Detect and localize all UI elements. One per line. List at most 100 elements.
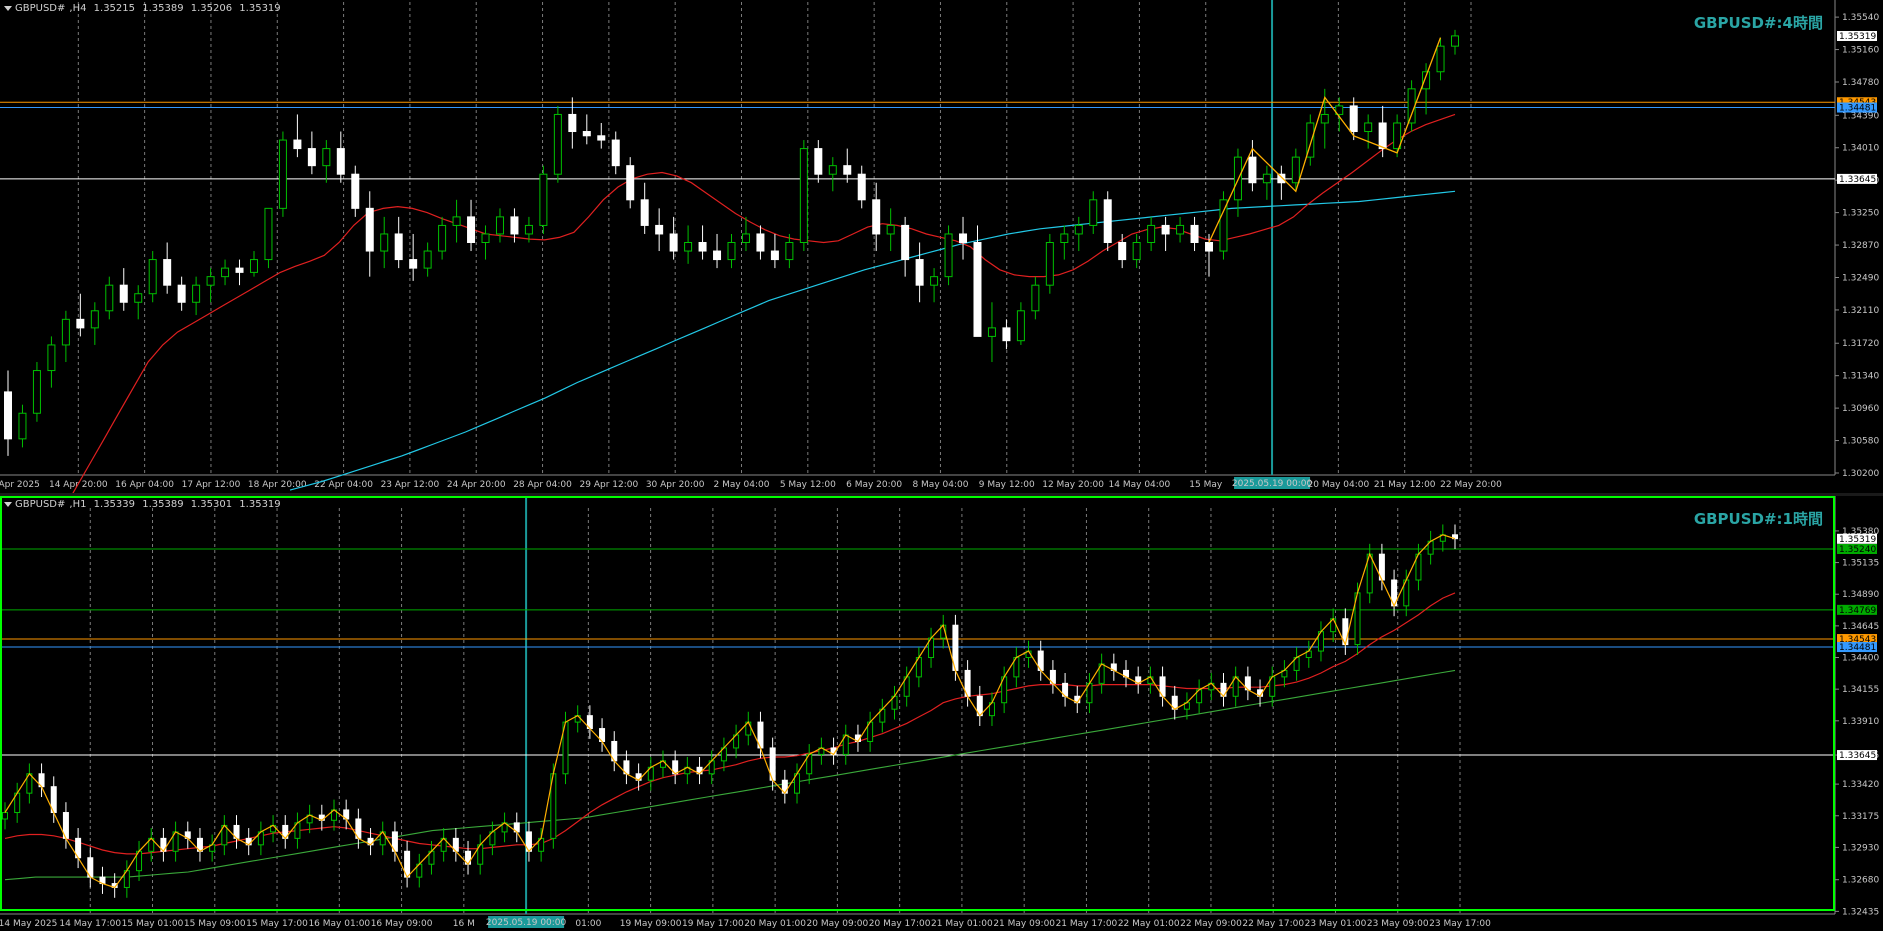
- h1-low: 1.35301: [190, 499, 233, 510]
- h1-x-tick-label: 16 M: [453, 919, 475, 929]
- h4-candle-body: [47, 344, 56, 372]
- h4-y-tick-label: 1.30580: [1842, 437, 1879, 447]
- h1-x-tick-label: 20 May 09:00: [807, 919, 869, 929]
- h1-high: 1.35389: [142, 499, 184, 510]
- h4-candle-body: [293, 139, 302, 150]
- h1-open: 1.35339: [93, 499, 136, 510]
- h4-x-tick-label: 28 Apr 04:00: [513, 480, 572, 490]
- h1-y-tick-label: 1.33910: [1842, 717, 1879, 727]
- h4-candle-body: [886, 224, 895, 235]
- h4-level-tag: 1.34481: [1839, 104, 1876, 114]
- h4-candle-body: [1132, 242, 1141, 261]
- h4-candle-body: [235, 267, 244, 273]
- h1-cursor-label: 2025.05.19 00:00: [486, 918, 567, 928]
- h4-candle-body: [467, 216, 476, 243]
- h4-candle-body: [322, 148, 331, 167]
- h1-current-price-tag: 1.35319: [1839, 535, 1876, 545]
- h4-y-tick-label: 1.30960: [1842, 404, 1879, 414]
- h4-y-tick-label: 1.35160: [1842, 46, 1879, 56]
- h4-symbol-info: GBPUSD# ,H4 1.35215 1.35389 1.35206 1.353…: [4, 3, 285, 14]
- h4-candle-body: [987, 327, 996, 337]
- h4-candle-body: [785, 242, 794, 261]
- h1-y-tick-label: 1.34400: [1842, 654, 1879, 664]
- h1-chart-canvas[interactable]: 14 May 2025 14 May 17:00 15 May 01:00 15 Ma…: [0, 496, 1883, 931]
- h4-x-tick-label: 12 May 20:00: [1042, 480, 1104, 490]
- h4-candle-body: [1074, 224, 1083, 235]
- h1-x-tick-label: 21 May 09:00: [993, 919, 1055, 929]
- h4-candle-body: [669, 233, 678, 252]
- collapse-triangle-icon[interactable]: [4, 501, 12, 507]
- h1-symbol: GBPUSD#: [15, 499, 66, 510]
- h4-open: 1.35215: [93, 3, 136, 14]
- h4-candle-body: [192, 284, 201, 303]
- h4-candle-body: [1016, 310, 1025, 342]
- h4-candle-body: [828, 165, 837, 175]
- h1-chart-pane[interactable]: 14 May 2025 14 May 17:00 15 May 01:00 15 Ma…: [0, 496, 1883, 931]
- h1-x-tick-label: 15 May 09:00: [184, 919, 246, 929]
- h4-candle-body: [380, 233, 389, 252]
- h4-candle-body: [597, 135, 606, 141]
- h4-candle-body: [1118, 242, 1127, 261]
- h4-candle-body: [727, 242, 736, 261]
- h1-level-tag: 1.35240: [1839, 545, 1876, 555]
- h4-ma-cyan-line: [289, 190, 1456, 491]
- h4-y-tick-label: 1.34780: [1842, 78, 1879, 88]
- h4-x-tick-label: 15 May: [1189, 480, 1223, 490]
- h1-x-tick-label: 16 May 09:00: [371, 919, 433, 929]
- h4-x-tick-label: 23 Apr 12:00: [381, 480, 440, 490]
- h1-x-tick-label: 15 May 01:00: [122, 919, 184, 929]
- h4-timeframe: H4: [72, 3, 87, 14]
- h4-candle-body: [1161, 224, 1170, 235]
- h1-x-tick-label: 23 May 17:00: [1429, 919, 1491, 929]
- h4-candle-body: [1349, 105, 1358, 133]
- h4-candle-body: [684, 242, 693, 252]
- h4-candle-body: [1262, 173, 1271, 184]
- h4-candle-body: [365, 207, 374, 252]
- h4-x-tick-label: 5 May 12:00: [780, 480, 836, 490]
- h4-candle-body: [799, 148, 808, 243]
- h4-y-tick-label: 1.32870: [1842, 241, 1879, 251]
- h4-candle-body: [4, 391, 12, 440]
- h4-candle-body: [510, 216, 519, 235]
- h4-y-tick-label: 1.32110: [1842, 306, 1879, 316]
- h4-y-tick-label: 1.34010: [1842, 144, 1879, 154]
- h4-candle-body: [394, 233, 403, 261]
- h1-x-tick-label: 19 May 09:00: [620, 919, 682, 929]
- h4-candle-body: [1060, 233, 1069, 244]
- h4-candle-body: [640, 199, 649, 226]
- h4-candle-body: [1045, 242, 1054, 286]
- h4-chart-pane[interactable]: 11 Apr 2025 14 Apr 20:00 16 Apr 04:00 17 Ap…: [0, 0, 1883, 496]
- h4-y-tick-label: 1.31340: [1842, 372, 1879, 382]
- h4-candle-body: [959, 233, 968, 244]
- h4-candle-body: [1364, 122, 1373, 133]
- h4-candle-body: [524, 224, 533, 235]
- h4-candle-body: [76, 318, 85, 329]
- h4-candle-body: [336, 148, 345, 175]
- h4-candle-body: [930, 276, 939, 286]
- h4-candle-body: [770, 250, 779, 261]
- h1-x-tick-label: 19 May 17:00: [682, 919, 744, 929]
- h1-y-tick-label: 1.35135: [1842, 559, 1879, 569]
- h4-chart-canvas[interactable]: 11 Apr 2025 14 Apr 20:00 16 Apr 04:00 17 Ap…: [0, 0, 1883, 493]
- h4-candle-body: [1031, 284, 1040, 312]
- h1-timeframe: H1: [72, 499, 87, 510]
- h4-y-tick-label: 1.31720: [1842, 339, 1879, 349]
- h4-candle-body: [1089, 199, 1098, 226]
- h4-ma-red-line: [72, 113, 1456, 493]
- h4-x-tick-label: 24 Apr 20:00: [447, 480, 506, 490]
- h4-candle-body: [1190, 224, 1199, 243]
- h1-level-tag: 1.33645: [1839, 751, 1876, 761]
- h1-symbol-info: GBPUSD# ,H1 1.35339 1.35389 1.35301 1.353…: [4, 499, 285, 510]
- h4-y-tick-label: 1.30200: [1842, 469, 1879, 479]
- h4-close: 1.35319: [239, 3, 281, 14]
- h4-x-tick-label: 29 Apr 12:00: [580, 480, 639, 490]
- h4-y-tick-label: 1.33250: [1842, 209, 1879, 219]
- h4-candle-body: [495, 216, 504, 235]
- h4-candle-body: [901, 224, 910, 261]
- collapse-triangle-icon[interactable]: [4, 5, 12, 11]
- h4-pane-label: GBPUSD#:4時間: [1693, 14, 1823, 32]
- h1-x-tick-label: 20 May 17:00: [869, 919, 931, 929]
- h4-candle-body: [915, 259, 924, 286]
- h4-candle-body: [1378, 122, 1387, 150]
- h1-x-tick-label: 22 May 01:00: [1118, 919, 1180, 929]
